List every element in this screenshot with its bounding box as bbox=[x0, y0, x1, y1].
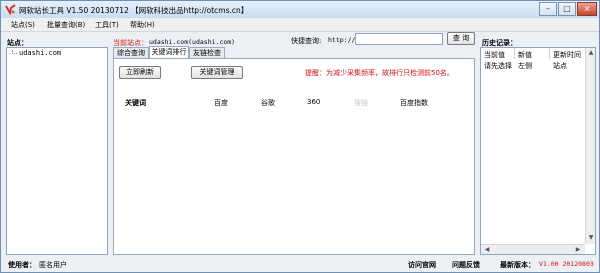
title-bar[interactable]: 网软站长工具 V1.50 20130712 【网软科技出品http://otcm… bbox=[1, 1, 599, 18]
rank-tip: 提醒：为减少采集频率，故排行只检测前50名。 bbox=[305, 69, 454, 77]
quick-query-label: 快捷查询: bbox=[291, 37, 322, 45]
history-cell: 请先选择 bbox=[484, 62, 512, 70]
quick-query-input[interactable] bbox=[355, 33, 443, 45]
menu-site[interactable]: 站点(S) bbox=[11, 20, 35, 30]
scroll-down-icon[interactable]: ▼ bbox=[586, 234, 596, 241]
col-google: 谷歌 bbox=[261, 99, 275, 107]
history-table[interactable]: 当前值 新值 更新时间 请先选择 左侧 站点 ▲ ▼ ◀ ▶ bbox=[480, 47, 596, 255]
col-baidu: 百度 bbox=[214, 99, 228, 107]
history-col-time: 更新时间 bbox=[553, 51, 581, 59]
feedback-link[interactable]: 问题反馈 bbox=[452, 260, 480, 270]
status-bar: 使用者： 匿名用户 访问官网 问题反馈 最新版本： V1.00 20120803 bbox=[1, 256, 599, 272]
user-label: 使用者： bbox=[8, 261, 36, 269]
site-item[interactable]: udashi.com bbox=[19, 49, 61, 57]
menu-help[interactable]: 帮助(H) bbox=[130, 20, 155, 30]
window-title: 网软站长工具 V1.50 20130712 【网软科技出品http://otcm… bbox=[19, 6, 249, 15]
visit-site-link[interactable]: 访问官网 bbox=[408, 260, 436, 270]
refresh-button[interactable]: 立即刷新 bbox=[119, 66, 161, 79]
tree-branch bbox=[12, 53, 17, 55]
scroll-left-icon[interactable]: ◀ bbox=[482, 246, 492, 253]
url-prefix: http:// bbox=[328, 36, 356, 44]
history-cell: 站点 bbox=[553, 62, 567, 70]
menu-batch-query[interactable]: 批量查询(B) bbox=[47, 20, 85, 30]
site-tree[interactable]: udashi.com bbox=[6, 47, 108, 255]
current-site-value: udashi.com(udashi.com) bbox=[149, 38, 236, 46]
keyword-manage-button[interactable]: 关键词管理 bbox=[191, 66, 243, 79]
keyword-panel bbox=[113, 58, 475, 255]
scroll-right-icon[interactable]: ▶ bbox=[573, 246, 583, 253]
version-label: 最新版本： bbox=[500, 261, 535, 269]
user-value: 匿名用户 bbox=[39, 261, 67, 269]
col-soso: 搜搜 bbox=[354, 99, 368, 107]
app-logo-icon bbox=[5, 4, 16, 15]
app-window: 网软站长工具 V1.50 20130712 【网软科技出品http://otcm… bbox=[0, 0, 600, 273]
col-360: 360 bbox=[307, 98, 321, 106]
maximize-button[interactable]: □ bbox=[558, 2, 576, 16]
history-col-new: 新值 bbox=[518, 51, 532, 59]
menu-tools[interactable]: 工具(T) bbox=[95, 20, 119, 30]
col-divider bbox=[549, 48, 550, 59]
col-keyword: 关键词 bbox=[125, 99, 146, 107]
menu-bar: 站点(S) 批量查询(B) 工具(T) 帮助(H) bbox=[1, 18, 599, 32]
query-button[interactable]: 查 询 bbox=[447, 32, 475, 45]
horizontal-scrollbar[interactable]: ◀ ▶ bbox=[481, 244, 585, 254]
vertical-scrollbar[interactable]: ▲ ▼ bbox=[585, 48, 595, 244]
version-value: V1.00 20120803 bbox=[539, 260, 594, 268]
col-baidu-index: 百度指数 bbox=[400, 99, 428, 107]
history-cell: 左侧 bbox=[518, 62, 532, 70]
history-col-current: 当前值 bbox=[484, 51, 505, 59]
minimize-button[interactable]: – bbox=[539, 2, 557, 16]
scroll-up-icon[interactable]: ▲ bbox=[586, 49, 596, 56]
col-divider bbox=[514, 48, 515, 59]
close-button[interactable]: × bbox=[577, 2, 597, 16]
